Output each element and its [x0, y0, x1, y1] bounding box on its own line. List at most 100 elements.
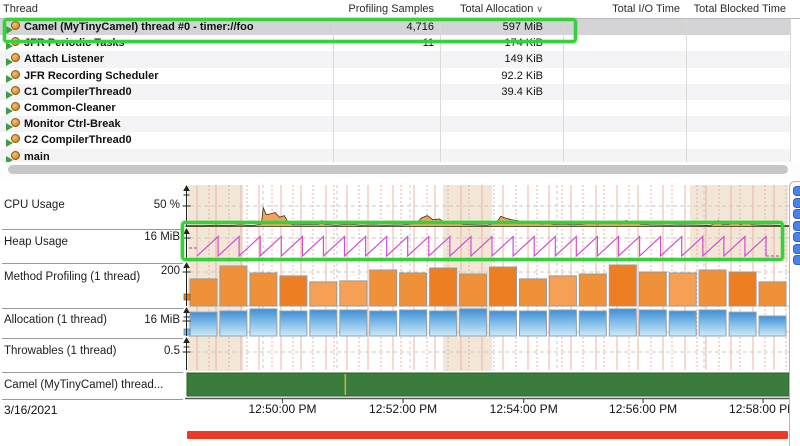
- allocation-bar: [400, 310, 427, 336]
- allocation-bar: [579, 311, 606, 336]
- method-profiling-bar: [370, 270, 397, 306]
- method-profiling-bar: [460, 274, 487, 306]
- panel-handle-icon[interactable]: [793, 255, 800, 265]
- chart-row-label-4[interactable]: Allocation (1 thread): [4, 314, 107, 326]
- thread-name: Common-Cleaner: [24, 102, 116, 114]
- axis-tick-label: 0.5: [164, 345, 180, 357]
- allocation-bar: [430, 311, 457, 336]
- axis-tick-label: 200: [161, 265, 180, 277]
- panel-handle-icon[interactable]: [793, 198, 800, 208]
- allocation-bar: [280, 311, 307, 336]
- thread-name: C2 CompilerThread0: [24, 134, 132, 146]
- method-profiling-bar: [250, 273, 277, 306]
- column-header-total-allocation[interactable]: Total Allocation ∨: [440, 3, 543, 15]
- method-profiling-bar: [639, 272, 666, 306]
- column-divider: [790, 0, 791, 162]
- chart-row-label-2[interactable]: Heap Usage: [4, 236, 68, 248]
- method-profiling-bar: [520, 279, 547, 306]
- row-separator: [2, 263, 183, 264]
- method-profiling-bar: [280, 276, 307, 306]
- allocation-bar: [669, 311, 696, 336]
- panel-handle-icon[interactable]: [793, 244, 800, 254]
- row-separator: [2, 338, 183, 339]
- running-triangle-icon: [6, 58, 13, 66]
- table-cell: 39.4 KiB: [440, 86, 543, 98]
- allocation-bar: [609, 309, 636, 336]
- allocation-bar: [190, 312, 217, 336]
- thread-state-icon: [6, 134, 22, 147]
- thread-state-icon: [6, 53, 22, 66]
- timeline-panel: CPU Usage 50 % Heap Usage 16 MiB Method Prof…: [0, 178, 800, 446]
- method-profiling-bar: [430, 268, 457, 306]
- profiler-window: Thread Profiling Samples Total Allocatio…: [0, 0, 800, 446]
- allocation-bar: [340, 310, 367, 336]
- chart-row-label-1[interactable]: CPU Usage: [4, 199, 65, 211]
- allocation-bar: [639, 310, 666, 336]
- axis-tick-label: 16 MiB: [144, 314, 180, 326]
- thread-state-icon: [6, 86, 22, 99]
- allocation-bar: [699, 310, 726, 336]
- table-horizontal-scrollbar[interactable]: [0, 162, 800, 178]
- scrollbar-thumb[interactable]: [8, 165, 788, 174]
- thread-state-icon: [6, 70, 22, 83]
- table-row[interactable]: Common-Cleaner: [0, 100, 790, 117]
- method-profiling-bar: [579, 274, 606, 306]
- method-profiling-bar: [340, 281, 367, 306]
- running-triangle-icon: [6, 123, 13, 131]
- thread-name: JFR Recording Scheduler: [24, 70, 158, 82]
- table-cell: 149 KiB: [440, 53, 543, 65]
- method-profiling-bar: [310, 282, 337, 306]
- allocation-bar: [460, 309, 487, 336]
- column-header-thread[interactable]: Thread: [3, 3, 38, 15]
- chart-row-label-5[interactable]: Throwables (1 thread): [4, 345, 117, 357]
- method-profiling-bar: [699, 270, 726, 306]
- panel-handle-icon[interactable]: [793, 209, 800, 219]
- table-row[interactable]: JFR Recording Scheduler92.2 KiB: [0, 68, 790, 85]
- table-row[interactable]: Monitor Ctrl-Break: [0, 116, 790, 133]
- running-triangle-icon: [6, 42, 13, 50]
- panel-handle-icon[interactable]: [793, 221, 800, 231]
- recording-progress-bar: [187, 431, 788, 439]
- thread-name: main: [24, 151, 50, 163]
- panel-handle-icon[interactable]: [793, 232, 800, 242]
- column-header-total-io-time[interactable]: Total I/O Time: [563, 3, 680, 15]
- allocation-bar: [310, 310, 337, 336]
- method-profiling-bar: [669, 273, 696, 306]
- time-axis-label: 12:50:00 PM: [234, 402, 330, 416]
- panel-handle-icon[interactable]: [793, 186, 800, 196]
- thread-state-icon: [6, 102, 22, 115]
- table-header-row: Thread Profiling Samples Total Allocatio…: [0, 0, 800, 19]
- allocation-bar: [549, 310, 576, 336]
- threads-table: Thread Profiling Samples Total Allocatio…: [0, 0, 800, 178]
- axis-tick-label: 16 MiB: [144, 231, 180, 243]
- method-profiling-bar: [729, 272, 756, 306]
- thread-name: Monitor Ctrl-Break: [24, 118, 121, 130]
- sort-descending-icon: ∨: [536, 4, 543, 14]
- axis-tick-label: 50 %: [154, 199, 180, 211]
- table-row[interactable]: C2 CompilerThread0: [0, 132, 790, 149]
- time-axis-label: 12:54:00 PM: [476, 402, 572, 416]
- right-panel-edge: [789, 181, 800, 446]
- allocation-bar: [370, 311, 397, 336]
- allocation-bar: [490, 311, 517, 336]
- row-separator: [2, 372, 183, 373]
- method-profiling-bar: [549, 276, 576, 306]
- thread-name: Attach Listener: [24, 53, 104, 65]
- column-header-profiling-samples[interactable]: Profiling Samples: [333, 3, 434, 15]
- running-triangle-icon: [6, 75, 13, 83]
- method-profiling-bar: [220, 266, 247, 306]
- column-header-total-blocked-time[interactable]: Total Blocked Time: [686, 3, 786, 15]
- table-row[interactable]: C1 CompilerThread039.4 KiB: [0, 84, 790, 101]
- chart-row-label-3[interactable]: Method Profiling (1 thread): [4, 271, 140, 283]
- thread-state-running-bar[interactable]: [187, 373, 789, 396]
- running-triangle-icon: [6, 91, 13, 99]
- running-triangle-icon: [6, 107, 13, 115]
- method-profiling-bar: [400, 273, 427, 306]
- row-separator: [2, 308, 183, 309]
- row-separator: [2, 399, 183, 400]
- date-label: 3/16/2021: [4, 403, 57, 417]
- annotation-box-selected-row: [3, 18, 577, 43]
- chart-row-label-6[interactable]: Camel (MyTinyCamel) thread...: [4, 379, 163, 391]
- column-divider: [686, 0, 687, 162]
- table-row[interactable]: Attach Listener 149 KiB: [0, 51, 790, 68]
